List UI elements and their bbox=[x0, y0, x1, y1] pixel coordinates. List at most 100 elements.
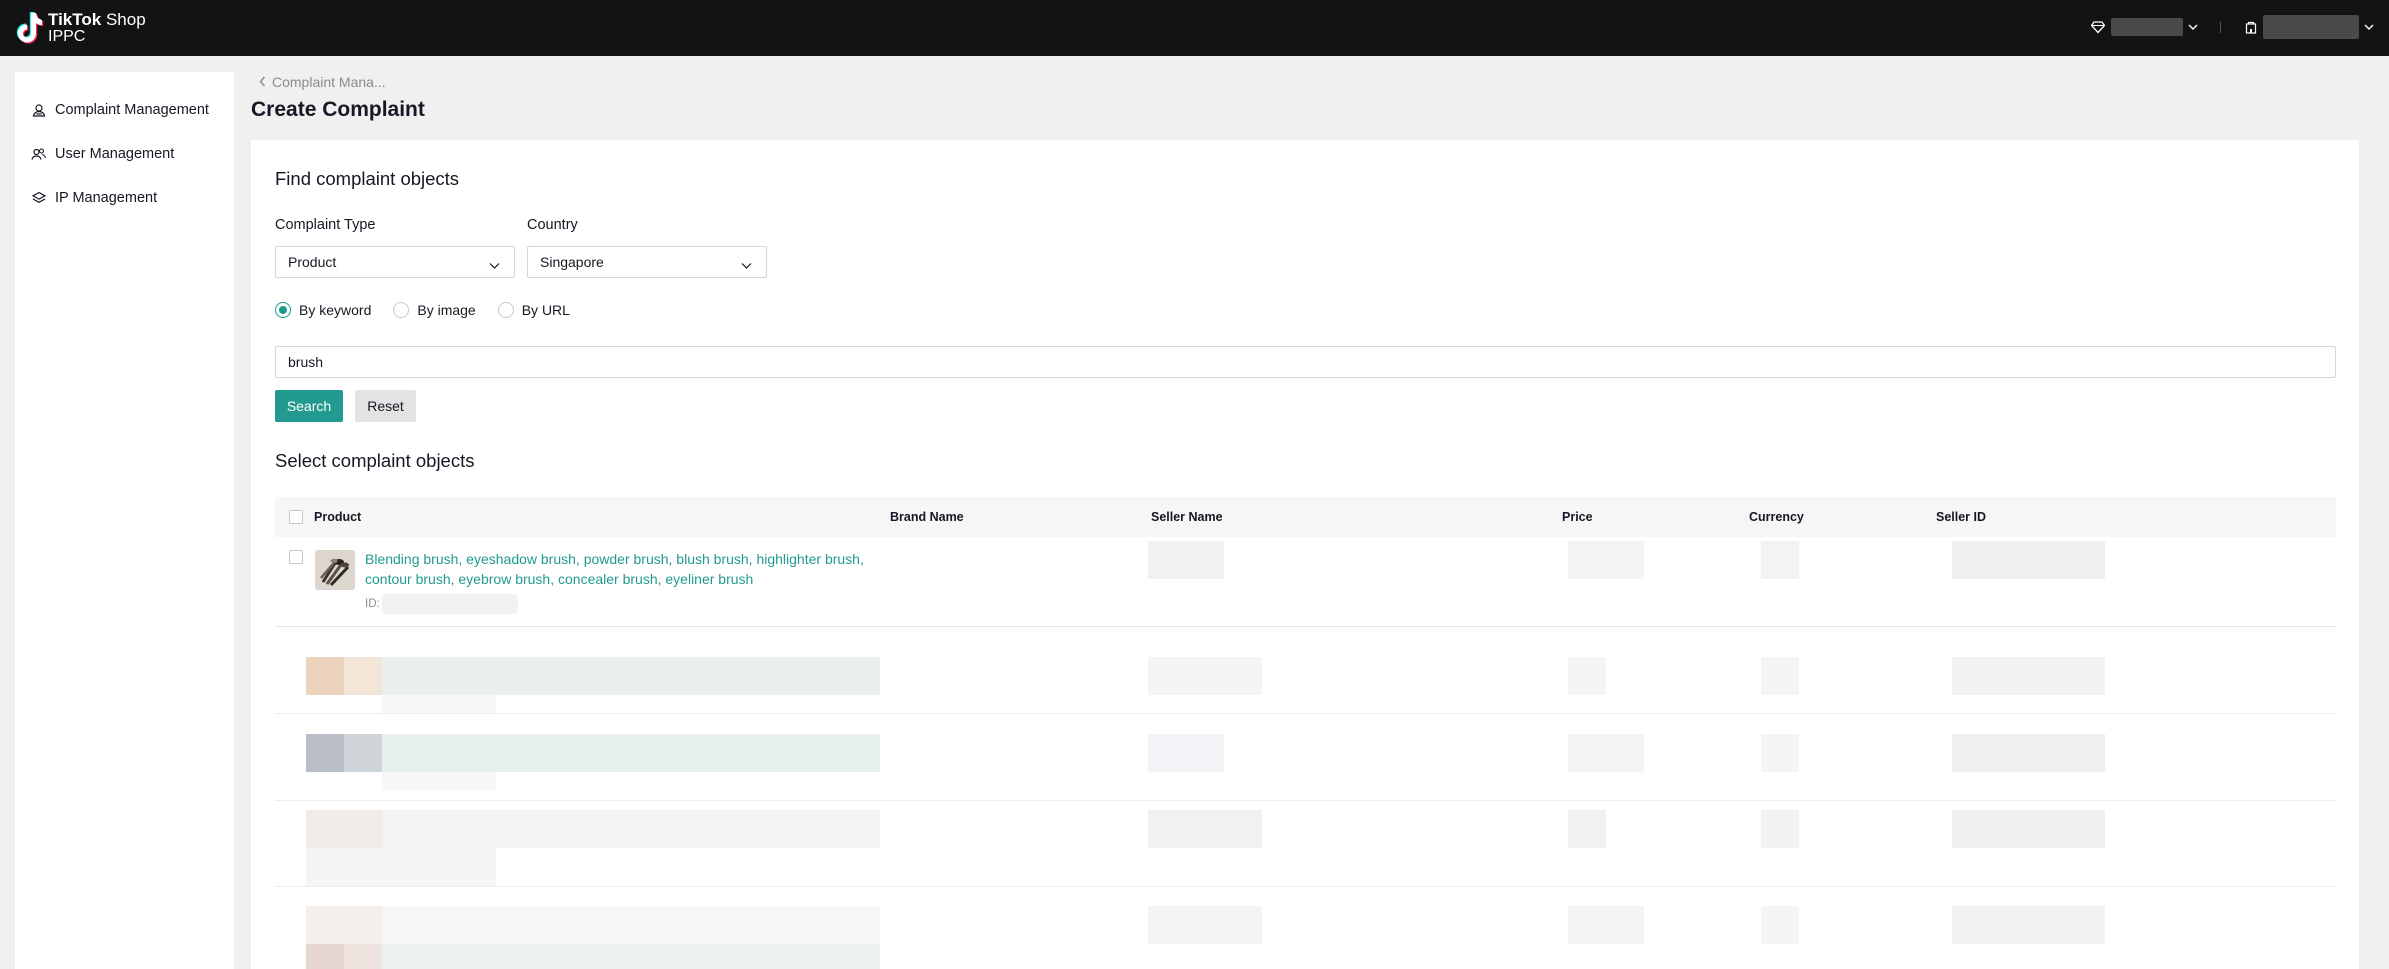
shop-name-redacted bbox=[2111, 18, 2183, 36]
radio-label: By URL bbox=[521, 302, 570, 318]
blurred-price bbox=[1568, 906, 1644, 944]
seller-name-redacted bbox=[1148, 541, 1224, 579]
column-header-product: Product bbox=[314, 510, 362, 524]
blurred-seller-name bbox=[1148, 810, 1262, 848]
shop-switcher[interactable] bbox=[2091, 14, 2198, 40]
radio-label: By keyword bbox=[299, 302, 372, 318]
search-button[interactable]: Search bbox=[275, 390, 343, 422]
row-checkbox[interactable] bbox=[289, 550, 303, 564]
tiktok-shop-logo[interactable]: TikTok Shop IPPC bbox=[14, 10, 146, 46]
blurred-seller-name bbox=[1148, 734, 1224, 772]
blurred-product-id bbox=[306, 848, 496, 886]
find-section-title: Find complaint objects bbox=[275, 168, 460, 189]
column-header-currency: Currency bbox=[1749, 510, 1804, 524]
sidebar-item-label: User Management bbox=[55, 146, 175, 162]
chevron-left-icon bbox=[259, 74, 266, 90]
complaint-type-select[interactable]: Product bbox=[275, 246, 515, 278]
sidebar-item-complaint-management[interactable]: Complaint Management bbox=[31, 100, 209, 120]
blurred-thumbnail bbox=[344, 944, 382, 969]
blurred-price bbox=[1568, 810, 1606, 848]
blurred-thumbnail bbox=[306, 906, 382, 944]
seller-id-redacted bbox=[1952, 541, 2105, 579]
users-icon bbox=[31, 147, 46, 162]
complaint-type-value: Product bbox=[288, 254, 337, 270]
account-menu[interactable] bbox=[2245, 14, 2374, 40]
blurred-currency bbox=[1761, 810, 1799, 848]
complaint-icon bbox=[31, 103, 46, 118]
blurred-seller-name bbox=[1148, 657, 1262, 695]
blurred-thumbnail bbox=[344, 657, 382, 695]
breadcrumb[interactable]: Complaint Mana... bbox=[259, 74, 386, 90]
row-divider bbox=[275, 800, 2336, 801]
blurred-product-title bbox=[382, 657, 880, 695]
chevron-down-icon bbox=[2188, 23, 2198, 31]
product-id: ID: bbox=[365, 594, 518, 614]
chevron-down-icon bbox=[2364, 23, 2374, 31]
search-mode-radio-group: By keyword By image By URL bbox=[275, 302, 592, 318]
blurred-price bbox=[1568, 657, 1606, 695]
account-name-redacted bbox=[2263, 15, 2359, 39]
top-navigation-bar: TikTok Shop IPPC bbox=[0, 0, 2389, 56]
country-select[interactable]: Singapore bbox=[527, 246, 767, 278]
logo-wordmark: TikTok Shop IPPC bbox=[48, 10, 146, 45]
blurred-product-id bbox=[382, 695, 496, 713]
sidebar-item-ip-management[interactable]: IP Management bbox=[31, 188, 157, 208]
radio-by-keyword[interactable]: By keyword bbox=[275, 302, 371, 318]
product-id-redacted bbox=[381, 594, 518, 614]
blurred-product-title bbox=[382, 734, 880, 772]
product-id-label: ID: bbox=[365, 598, 380, 610]
blurred-thumbnail bbox=[306, 657, 344, 695]
blurred-seller-id bbox=[1952, 734, 2105, 772]
select-section-title: Select complaint objects bbox=[275, 450, 475, 471]
blurred-seller-id bbox=[1952, 657, 2105, 695]
blurred-seller-id bbox=[1952, 810, 2105, 848]
chevron-down-icon bbox=[741, 257, 752, 273]
blurred-product-title bbox=[382, 906, 880, 944]
sidebar-item-label: IP Management bbox=[55, 190, 158, 206]
complaint-type-label: Complaint Type bbox=[275, 217, 376, 233]
blurred-price bbox=[1568, 734, 1644, 772]
column-header-seller-name: Seller Name bbox=[1151, 510, 1223, 524]
blurred-currency bbox=[1761, 734, 1799, 772]
row-divider bbox=[275, 886, 2336, 887]
blurred-thumbnail bbox=[306, 944, 344, 969]
select-all-checkbox[interactable] bbox=[289, 510, 303, 524]
topbar-divider bbox=[2220, 22, 2221, 33]
radio-by-image[interactable]: By image bbox=[393, 302, 476, 318]
obscured-result-rows bbox=[275, 627, 2336, 969]
column-header-price: Price bbox=[1562, 510, 1593, 524]
sidebar-item-label: Complaint Management bbox=[55, 102, 209, 118]
country-label: Country bbox=[527, 217, 578, 233]
blurred-currency bbox=[1761, 657, 1799, 695]
blurred-product-title bbox=[382, 810, 880, 848]
product-thumbnail bbox=[315, 550, 355, 590]
column-header-seller-id: Seller ID bbox=[1936, 510, 1987, 524]
create-complaint-card: Find complaint objects Complaint Type Pr… bbox=[251, 140, 2359, 969]
radio-selected-indicator bbox=[275, 302, 291, 318]
radio-indicator bbox=[393, 302, 410, 318]
row-divider bbox=[275, 713, 2336, 714]
blurred-currency bbox=[1761, 906, 1799, 944]
country-value: Singapore bbox=[540, 254, 604, 270]
radio-by-url[interactable]: By URL bbox=[497, 302, 570, 318]
blurred-thumbnail bbox=[306, 810, 382, 848]
keyword-search-input[interactable] bbox=[275, 346, 2336, 378]
price-redacted bbox=[1568, 541, 1644, 579]
sidebar: Complaint Management User Management IP … bbox=[15, 72, 234, 969]
product-title-link[interactable]: Blending brush, eyeshadow brush, powder … bbox=[365, 549, 870, 589]
diamond-icon bbox=[2091, 20, 2105, 34]
table-row: Blending brush, eyeshadow brush, powder … bbox=[275, 537, 2336, 627]
reset-button[interactable]: Reset bbox=[355, 390, 416, 422]
page-title: Create Complaint bbox=[251, 98, 425, 121]
sidebar-item-user-management[interactable]: User Management bbox=[31, 144, 174, 164]
breadcrumb-label: Complaint Mana... bbox=[272, 74, 386, 90]
blurred-seller-name bbox=[1148, 906, 1262, 944]
currency-redacted bbox=[1761, 541, 1799, 579]
chevron-down-icon bbox=[489, 257, 500, 273]
blurred-thumbnail bbox=[306, 734, 344, 772]
blurred-thumbnail bbox=[344, 734, 382, 772]
blurred-product-title bbox=[382, 944, 880, 969]
radio-label: By image bbox=[417, 302, 476, 318]
tiktok-note-icon bbox=[14, 11, 44, 45]
layers-icon bbox=[31, 191, 46, 206]
